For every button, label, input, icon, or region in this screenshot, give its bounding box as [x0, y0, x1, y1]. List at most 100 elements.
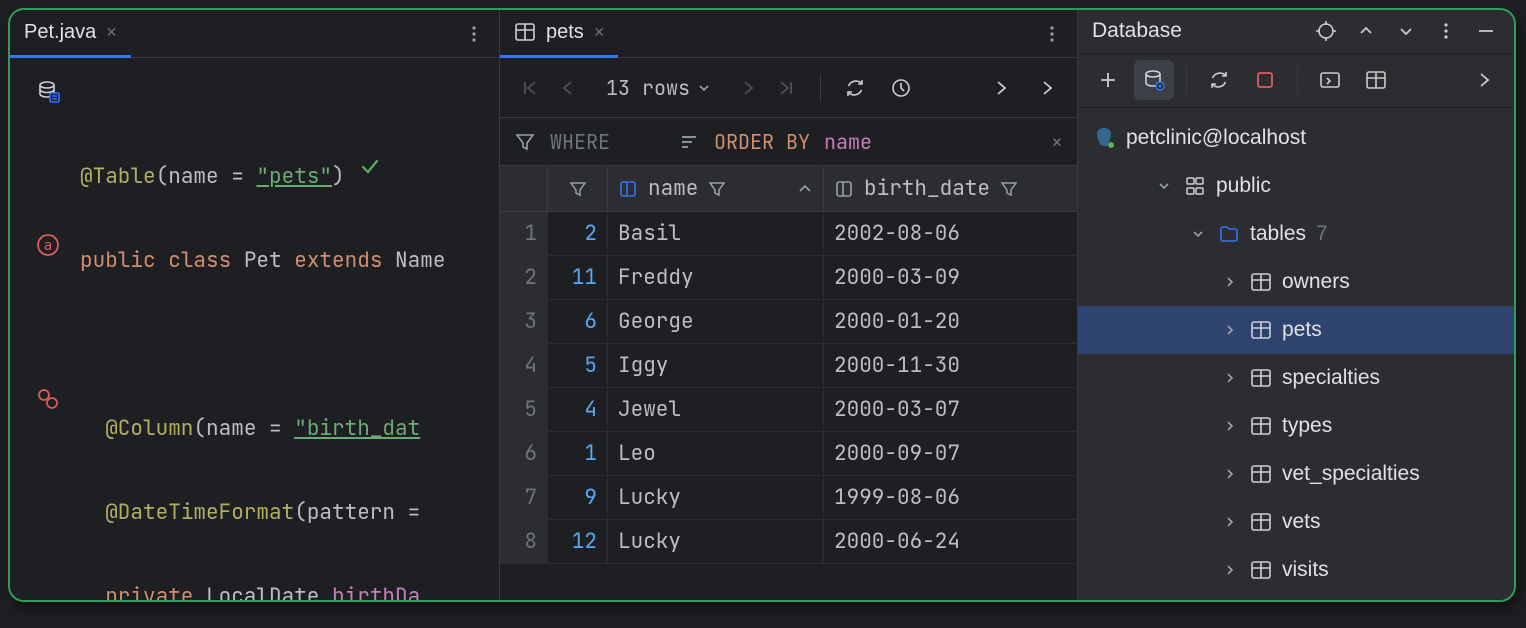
table-header: name birth_date [500, 166, 1077, 212]
query-console-button[interactable] [1310, 60, 1350, 100]
tab-pets-table[interactable]: pets × [500, 10, 618, 58]
cell-id[interactable]: 1 [548, 432, 608, 475]
chain-gutter-icon[interactable] [35, 386, 61, 412]
table-row[interactable]: 6 1 Leo 2000-09-07 [500, 432, 1077, 476]
cell-birth-date[interactable]: 2000-03-09 [824, 256, 1077, 299]
where-input[interactable]: WHERE [550, 129, 610, 155]
name-column-header[interactable]: name [608, 166, 824, 211]
cell-name[interactable]: Freddy [608, 256, 824, 299]
tree-table-pets[interactable]: pets [1078, 306, 1514, 354]
close-icon[interactable]: × [594, 22, 605, 43]
table-row[interactable]: 5 4 Jewel 2000-03-07 [500, 388, 1077, 432]
chevron-right-icon[interactable] [1464, 60, 1504, 100]
tab-pet-java[interactable]: Pet.java × [10, 10, 131, 58]
birthdate-column-header[interactable]: birth_date [824, 166, 1077, 211]
table-row[interactable]: 1 2 Basil 2002-08-06 [500, 212, 1077, 256]
cell-id[interactable]: 12 [548, 520, 608, 563]
folder-icon [1218, 223, 1240, 245]
id-column-header[interactable] [548, 166, 608, 211]
cell-name[interactable]: Basil [608, 212, 824, 255]
app-window: Pet.java × a [8, 8, 1516, 602]
filter-icon[interactable] [1000, 180, 1018, 198]
cell-name[interactable]: Jewel [608, 388, 824, 431]
tree-tables-folder[interactable]: tables 7 [1078, 210, 1514, 258]
filter-icon[interactable] [514, 131, 536, 153]
last-page-button[interactable] [768, 70, 804, 106]
rownum-header[interactable] [500, 166, 548, 211]
cell-birth-date[interactable]: 2000-09-07 [824, 432, 1077, 475]
prev-page-button[interactable] [550, 70, 586, 106]
tree-label: vet_specialties [1282, 462, 1420, 486]
add-datasource-button[interactable] [1088, 60, 1128, 100]
cell-name[interactable]: Leo [608, 432, 824, 475]
table-icon [1250, 415, 1272, 437]
stop-button[interactable] [1245, 60, 1285, 100]
orderby-field[interactable]: name [824, 129, 872, 155]
table-icon [1250, 271, 1272, 293]
minimize-icon[interactable] [1472, 17, 1500, 45]
table-row[interactable]: 2 11 Freddy 2000-03-09 [500, 256, 1077, 300]
cell-birth-date[interactable]: 2000-11-30 [824, 344, 1077, 387]
kebab-menu-icon[interactable] [1432, 17, 1460, 45]
cell-id[interactable]: 2 [548, 212, 608, 255]
table-row[interactable]: 7 9 Lucky 1999-08-06 [500, 476, 1077, 520]
table-row[interactable]: 3 6 George 2000-01-20 [500, 300, 1077, 344]
tree-table-owners[interactable]: owners [1078, 258, 1514, 306]
filter-icon[interactable] [569, 180, 587, 198]
collapse-icon[interactable] [1392, 17, 1420, 45]
tree-table-visits[interactable]: visits [1078, 546, 1514, 594]
cell-id[interactable]: 9 [548, 476, 608, 519]
at-gutter-icon[interactable]: a [35, 232, 61, 258]
rows-count-dropdown[interactable]: 13 rows [596, 75, 720, 101]
close-icon[interactable]: × [1051, 129, 1063, 155]
expand-icon[interactable] [1352, 17, 1380, 45]
cell-birth-date[interactable]: 2000-03-07 [824, 388, 1077, 431]
tree-table-types[interactable]: types [1078, 402, 1514, 450]
target-icon[interactable] [1312, 17, 1340, 45]
tree-table-specialties[interactable]: specialties [1078, 354, 1514, 402]
cell-name[interactable]: Lucky [608, 476, 824, 519]
filter-icon[interactable] [708, 180, 726, 198]
close-icon[interactable]: × [106, 22, 117, 43]
table-row[interactable]: 8 12 Lucky 2000-06-24 [500, 520, 1077, 564]
history-button[interactable] [883, 70, 919, 106]
sort-icon[interactable] [678, 131, 700, 153]
chevron-right-icon[interactable] [1029, 70, 1065, 106]
cell-name[interactable]: George [608, 300, 824, 343]
kebab-menu-icon[interactable] [1035, 21, 1069, 47]
cell-name[interactable]: Iggy [608, 344, 824, 387]
cell-birth-date[interactable]: 2000-06-24 [824, 520, 1077, 563]
cell-id[interactable]: 5 [548, 344, 608, 387]
tree-label: visits [1282, 558, 1329, 582]
database-gutter-icon[interactable] [35, 78, 61, 104]
cell-id[interactable]: 11 [548, 256, 608, 299]
datasource-properties-button[interactable] [1134, 60, 1174, 100]
editor-gutter: a [10, 58, 80, 600]
table-icon [1250, 319, 1272, 341]
cell-id[interactable]: 6 [548, 300, 608, 343]
cell-birth-date[interactable]: 2000-01-20 [824, 300, 1077, 343]
table-row[interactable]: 4 5 Iggy 2000-11-30 [500, 344, 1077, 388]
chevron-right-icon [1220, 467, 1240, 481]
tree-table-vets[interactable]: vets [1078, 498, 1514, 546]
first-page-button[interactable] [512, 70, 548, 106]
chevron-right-icon[interactable] [983, 70, 1019, 106]
data-view-panel: pets × 13 rows [500, 10, 1078, 600]
kebab-menu-icon[interactable] [457, 21, 491, 47]
tree-datasource[interactable]: petclinic@localhost [1078, 114, 1514, 162]
row-number: 4 [500, 344, 548, 387]
cell-birth-date[interactable]: 2002-08-06 [824, 212, 1077, 255]
tree-label: vets [1282, 510, 1321, 534]
refresh-button[interactable] [1199, 60, 1239, 100]
table-icon [1250, 559, 1272, 581]
table-view-button[interactable] [1356, 60, 1396, 100]
cell-birth-date[interactable]: 1999-08-06 [824, 476, 1077, 519]
cell-id[interactable]: 4 [548, 388, 608, 431]
tree-table-vet_specialties[interactable]: vet_specialties [1078, 450, 1514, 498]
code-editor[interactable]: @Table(name = "pets") public class Pet e… [80, 58, 499, 600]
tree-schema[interactable]: public [1078, 162, 1514, 210]
next-page-button[interactable] [730, 70, 766, 106]
sort-asc-icon[interactable] [797, 181, 813, 197]
cell-name[interactable]: Lucky [608, 520, 824, 563]
refresh-button[interactable] [837, 70, 873, 106]
